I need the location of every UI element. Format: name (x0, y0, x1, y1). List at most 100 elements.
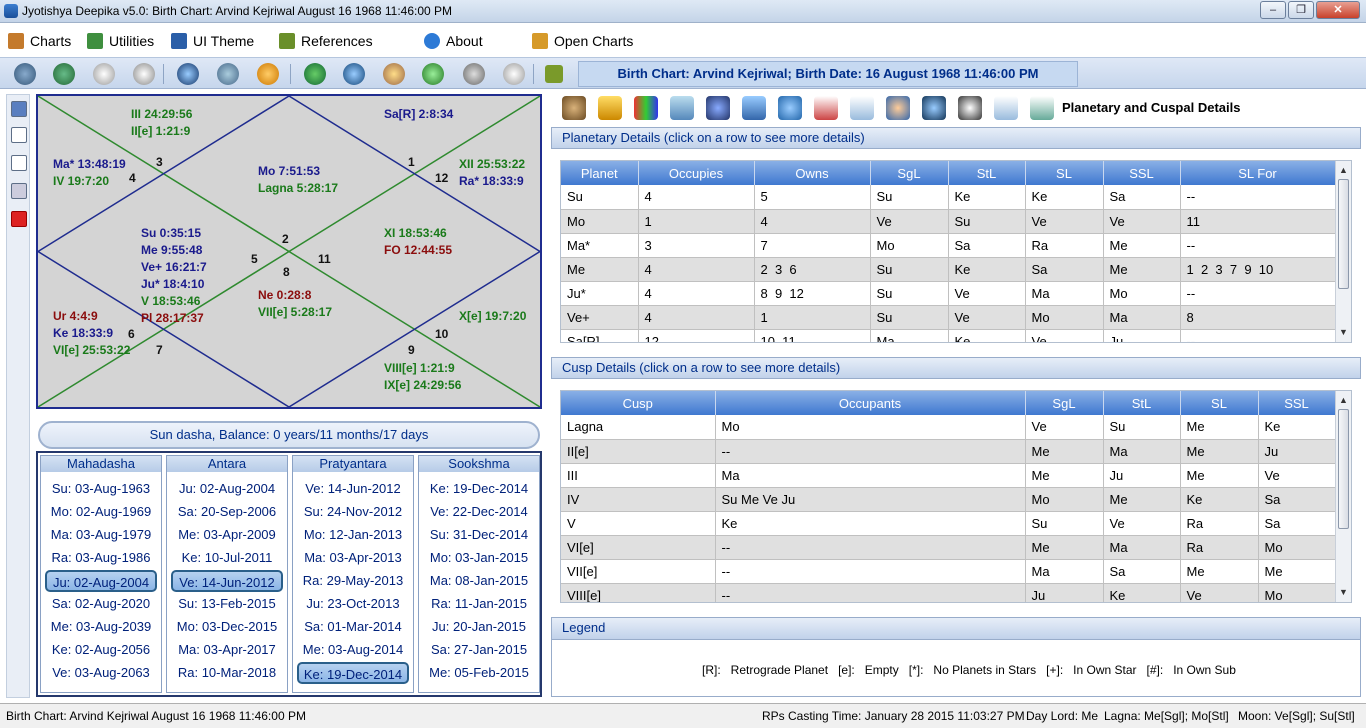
table-row[interactable]: Me 4 2 3 6 Su Ke Sa Me 1 2 3 7 9 10 (561, 257, 1336, 282)
dasha-item[interactable]: Me: 03-Aug-2014 (297, 639, 409, 661)
user-icon[interactable] (886, 96, 910, 120)
table-row[interactable]: Ve+ 4 1 Su Ve Mo Ma 8 (561, 305, 1336, 330)
scroll-thumb[interactable] (1338, 179, 1349, 289)
key-icon[interactable] (742, 96, 766, 120)
scroll-down-icon[interactable]: ▼ (1338, 587, 1349, 597)
table-row[interactable]: V Ke Su Ve Ra Sa (561, 511, 1336, 536)
menu-utilities[interactable]: Utilities (87, 31, 154, 51)
cycle-icon[interactable] (778, 96, 802, 120)
column-header[interactable]: SL (1180, 391, 1259, 415)
dasha-item[interactable]: Ju: 02-Aug-2004 (45, 570, 157, 592)
planetary-scrollbar[interactable]: ▲ ▼ (1335, 161, 1351, 342)
edit-icon[interactable] (11, 127, 27, 143)
delete-icon[interactable] (11, 211, 27, 227)
dasha-item[interactable]: Ra: 03-Aug-1986 (45, 547, 157, 569)
new-chart-icon[interactable] (14, 63, 36, 85)
table-row[interactable]: VIII[e] -- Ju Ke Ve Mo (561, 583, 1336, 602)
scroll-down-icon[interactable]: ▼ (1338, 327, 1349, 337)
table-row[interactable]: Mo 1 4 Ve Su Ve Ve 11 (561, 209, 1336, 234)
compare-icon[interactable] (217, 63, 239, 85)
notes-icon[interactable] (11, 155, 27, 171)
dasha-item[interactable]: Mo: 03-Jan-2015 (423, 547, 535, 569)
table-row[interactable]: Sa[R] 12 10 11 Ma Ke Ve Ju -- (561, 329, 1336, 342)
notepad-icon[interactable] (994, 96, 1018, 120)
table-row[interactable]: II[e] -- Me Ma Me Ju (561, 439, 1336, 464)
menu-ui-theme[interactable]: UI Theme (171, 31, 254, 51)
table-row[interactable]: IV Su Me Ve Ju Mo Me Ke Sa (561, 487, 1336, 512)
close-button[interactable]: ✕ (1316, 1, 1360, 19)
table-row[interactable]: III Ma Me Ju Me Ve (561, 463, 1336, 488)
planet-icon[interactable] (383, 63, 405, 85)
scroll-up-icon[interactable]: ▲ (1338, 395, 1349, 405)
scroll-up-icon[interactable]: ▲ (1338, 165, 1349, 175)
dasha-item[interactable]: Su: 31-Dec-2014 (423, 524, 535, 546)
dasha-item[interactable]: Ve: 14-Jun-2012 (297, 478, 409, 500)
table-row[interactable]: Lagna Mo Ve Su Me Ke (561, 415, 1336, 440)
trophy-icon[interactable] (598, 96, 622, 120)
bar-chart-icon[interactable] (634, 96, 658, 120)
globe-icon[interactable] (177, 63, 199, 85)
clock-face-icon[interactable] (958, 96, 982, 120)
starburst-icon[interactable] (706, 96, 730, 120)
column-header[interactable]: StL (1103, 391, 1181, 415)
table-icon[interactable] (814, 96, 838, 120)
dasha-item[interactable]: Sa: 20-Sep-2006 (171, 501, 283, 523)
column-header[interactable]: SgL (870, 161, 949, 185)
column-header[interactable]: SSL (1103, 161, 1181, 185)
table-row[interactable]: Ma* 3 7 Mo Sa Ra Me -- (561, 233, 1336, 258)
dasha-item[interactable]: Su: 13-Feb-2015 (171, 593, 283, 615)
dasha-item[interactable]: Ma: 08-Jan-2015 (423, 570, 535, 592)
print-icon[interactable] (11, 183, 27, 199)
column-header[interactable]: SgL (1025, 391, 1104, 415)
scroll-thumb[interactable] (1338, 409, 1349, 529)
dasha-item[interactable]: Mo: 12-Jan-2013 (297, 524, 409, 546)
dasha-item[interactable]: Ma: 03-Apr-2013 (297, 547, 409, 569)
dasha-item[interactable]: Ra: 10-Mar-2018 (171, 662, 283, 684)
dasha-item[interactable]: Ju: 23-Oct-2013 (297, 593, 409, 615)
maximize-button[interactable]: ❐ (1288, 1, 1314, 19)
dasha-item[interactable]: Me: 03-Apr-2009 (171, 524, 283, 546)
dasha-item[interactable]: Ve: 14-Jun-2012 (171, 570, 283, 592)
table-row[interactable]: VI[e] -- Me Ma Ra Mo (561, 535, 1336, 560)
menu-charts[interactable]: Charts (8, 31, 71, 51)
menu-open-charts[interactable]: Open Charts (532, 31, 633, 51)
dasha-item[interactable]: Ma: 03-Apr-2017 (171, 639, 283, 661)
column-header[interactable]: Occupants (715, 391, 1026, 415)
column-header[interactable]: StL (948, 161, 1026, 185)
star-icon[interactable] (304, 63, 326, 85)
timer-icon[interactable] (503, 63, 525, 85)
hourglass-icon[interactable] (463, 63, 485, 85)
column-header[interactable]: SL (1025, 161, 1104, 185)
column-header[interactable]: SSL (1258, 391, 1336, 415)
line-chart-icon[interactable] (850, 96, 874, 120)
earth-icon[interactable] (343, 63, 365, 85)
planet-sphere-icon[interactable] (562, 96, 586, 120)
minimize-button[interactable]: – (1260, 1, 1286, 19)
dasha-item[interactable]: Mo: 03-Dec-2015 (171, 616, 283, 638)
rings-icon[interactable] (257, 63, 279, 85)
globe-grid-icon[interactable] (922, 96, 946, 120)
alarm-clock-icon[interactable] (133, 63, 155, 85)
menu-about[interactable]: About (424, 31, 483, 51)
dasha-item[interactable]: Ma: 03-Aug-1979 (45, 524, 157, 546)
column-header[interactable]: Planet (561, 161, 639, 185)
dasha-item[interactable]: Sa: 27-Jan-2015 (423, 639, 535, 661)
dasha-item[interactable]: Ra: 11-Jan-2015 (423, 593, 535, 615)
dasha-item[interactable]: Ve: 22-Dec-2014 (423, 501, 535, 523)
dasha-item[interactable]: Ke: 02-Aug-2056 (45, 639, 157, 661)
dasha-item[interactable]: Ju: 20-Jan-2015 (423, 616, 535, 638)
column-header[interactable]: Cusp (561, 391, 716, 415)
dasha-item[interactable]: Sa: 02-Aug-2020 (45, 593, 157, 615)
dasha-item[interactable]: Me: 03-Aug-2039 (45, 616, 157, 638)
table-row[interactable]: Su 4 5 Su Ke Ke Sa -- (561, 185, 1336, 210)
person-icon[interactable] (53, 63, 75, 85)
dasha-item[interactable]: Sa: 01-Mar-2014 (297, 616, 409, 638)
dasha-item[interactable]: Ke: 19-Dec-2014 (423, 478, 535, 500)
dasha-item[interactable]: Su: 03-Aug-1963 (45, 478, 157, 500)
save-icon[interactable] (11, 101, 27, 117)
clock-icon[interactable] (93, 63, 115, 85)
dasha-item[interactable]: Ra: 29-May-2013 (297, 570, 409, 592)
cusp-scrollbar[interactable]: ▲ ▼ (1335, 391, 1351, 602)
column-header[interactable]: Occupies (638, 161, 755, 185)
flag-icon[interactable] (670, 96, 694, 120)
